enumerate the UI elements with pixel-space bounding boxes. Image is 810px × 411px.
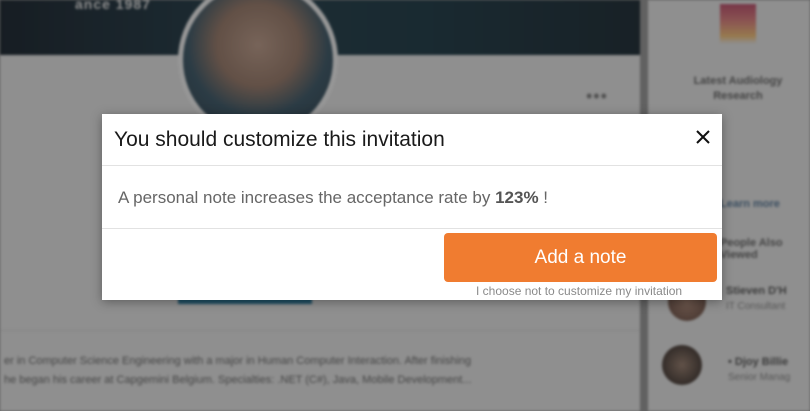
close-button[interactable] — [690, 124, 716, 150]
dialog-message: A personal note increases the acceptance… — [118, 188, 548, 208]
dialog-header: You should customize this invitation — [102, 114, 722, 166]
acceptance-rate-value: 123% — [495, 188, 539, 207]
message-text: A personal note increases the acceptance… — [118, 188, 496, 207]
dialog-title: You should customize this invitation — [114, 128, 445, 151]
dialog-body: A personal note increases the acceptance… — [102, 166, 722, 229]
customize-invitation-dialog: You should customize this invitation A p… — [102, 114, 722, 300]
close-icon — [696, 130, 710, 144]
add-a-note-button[interactable]: Add a note — [444, 233, 717, 282]
skip-customization-link[interactable]: I choose not to customize my invitation — [476, 284, 682, 298]
message-suffix: ! — [538, 188, 549, 207]
